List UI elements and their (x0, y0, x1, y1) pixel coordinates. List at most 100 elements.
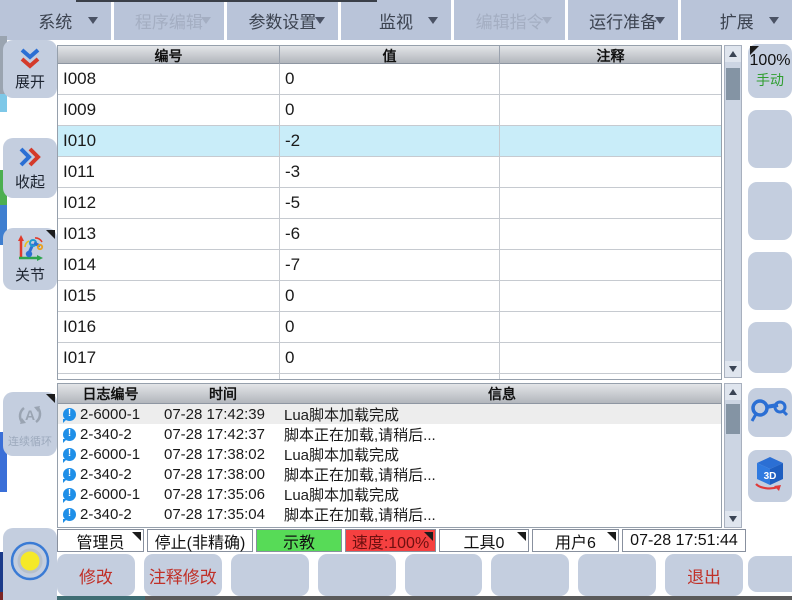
menu-item[interactable]: 参数设置 (227, 0, 338, 40)
jog-speed-button[interactable]: 100% 手动 (748, 44, 792, 98)
cube-3d-icon: 3D (750, 454, 790, 499)
collapse-button[interactable]: 收起 (3, 138, 57, 198)
table-row[interactable]: I009 0 (58, 95, 721, 126)
chevron-down-icon (315, 17, 325, 24)
cell-value: -3 (280, 157, 500, 187)
log-row[interactable]: 2-340-2 07-28 17:35:04 脚本正在加载,请稍后... (58, 504, 721, 524)
scrollbar-thumb[interactable] (726, 68, 740, 100)
edge-fragment (0, 94, 7, 112)
cell-value: -2 (280, 126, 500, 156)
log-row[interactable]: 2-6000-1 07-28 17:33:52 Lua脚本加载完成 (58, 524, 721, 528)
scroll-up-arrow[interactable] (725, 384, 741, 400)
cell-log-message: 脚本正在加载,请稍后... (284, 504, 721, 525)
expand-button[interactable]: 展开 (3, 40, 57, 98)
scroll-down-arrow[interactable] (725, 361, 741, 377)
function-key-bar: 修改 注释修改 退出 (57, 554, 743, 596)
table-row[interactable]: I014 -7 (58, 250, 721, 281)
side-panel-button-1[interactable] (748, 110, 792, 168)
loop-a-icon: A (14, 400, 46, 435)
cell-value: 0 (280, 95, 500, 125)
status-badge[interactable]: 工具0 (439, 529, 529, 552)
status-badge[interactable]: 用户6 (532, 529, 619, 552)
table-row[interactable]: I017 0 (58, 343, 721, 374)
status-bar: 管理员 停止(非精确) 示教 速度:100% 工具0 用户6 07-28 17:… (57, 529, 746, 552)
side-panel-button-2[interactable] (748, 182, 792, 240)
robot-arm-button[interactable] (748, 388, 792, 437)
scroll-down-arrow[interactable] (725, 511, 741, 527)
table-row[interactable]: I013 -6 (58, 219, 721, 250)
col-header-value: 值 (280, 46, 500, 66)
table-row[interactable]: I010 -2 (58, 126, 721, 157)
table-row[interactable]: I008 0 (58, 64, 721, 95)
jog-speed-value: 100% (750, 52, 791, 70)
status-badge[interactable]: 示教 (256, 529, 342, 552)
log-row[interactable]: 2-6000-1 07-28 17:35:06 Lua脚本加载完成 (58, 484, 721, 504)
io-table-body: I008 0 I009 0 I010 -2 I011 -3 I012 (58, 64, 721, 380)
function-key-button[interactable]: 注释修改 (144, 554, 222, 596)
cell-comment (500, 219, 721, 249)
chevron-down-icon (201, 17, 211, 24)
cell-log-time: 07-28 17:35:06 (164, 486, 284, 503)
status-badge[interactable]: 管理员 (57, 529, 144, 552)
table-row[interactable]: I012 -5 (58, 188, 721, 219)
menu-item[interactable]: 编辑指令 (454, 0, 565, 40)
status-badge[interactable]: 速度:100% (345, 529, 436, 552)
log-row[interactable]: 2-6000-1 07-28 17:38:02 Lua脚本加载完成 (58, 444, 721, 464)
enable-button[interactable] (3, 528, 57, 598)
function-key-button[interactable] (318, 554, 396, 596)
side-panel-button-3[interactable] (748, 252, 792, 310)
menu-item[interactable]: 程序编辑 (114, 0, 225, 40)
info-icon (63, 528, 76, 529)
cell-comment (500, 343, 721, 373)
table-row[interactable]: I011 -3 (58, 157, 721, 188)
table-row[interactable]: I018 0 (58, 374, 721, 380)
cell-log-time: 07-28 17:35:04 (164, 506, 284, 523)
function-key-button[interactable] (491, 554, 569, 596)
function-key-button[interactable] (231, 554, 309, 596)
cell-comment (500, 126, 721, 156)
cell-comment (500, 312, 721, 342)
cell-value: 0 (280, 281, 500, 311)
status-badge[interactable]: 停止(非精确) (147, 529, 253, 552)
chevron-down-icon (428, 17, 438, 24)
menu-item[interactable]: 系统 (0, 0, 111, 40)
chevron-down-icon (655, 17, 665, 24)
chevron-down-icon (769, 17, 779, 24)
table-row[interactable]: I015 0 (58, 281, 721, 312)
io-table-scrollbar[interactable] (724, 45, 742, 378)
cell-id: I016 (58, 312, 280, 342)
function-key-button-partial[interactable] (748, 556, 792, 592)
status-badge[interactable]: 07-28 17:51:44 (622, 529, 746, 552)
expand-icon (16, 47, 44, 74)
cell-value: 0 (280, 374, 500, 380)
log-row[interactable]: 2-6000-1 07-28 17:42:39 Lua脚本加载完成 (58, 404, 721, 424)
svg-text:3D: 3D (764, 471, 777, 482)
status-badge-label: 管理员 (76, 529, 124, 553)
log-row[interactable]: 2-340-2 07-28 17:42:37 脚本正在加载,请稍后... (58, 424, 721, 444)
menu-item[interactable]: 监视 (341, 0, 452, 40)
function-key-button[interactable] (405, 554, 483, 596)
cell-comment (500, 281, 721, 311)
view-3d-button[interactable]: 3D (748, 450, 792, 502)
function-key-button[interactable] (578, 554, 656, 596)
side-panel-button-4[interactable] (748, 322, 792, 373)
menu-item-label: 系统 (38, 8, 72, 33)
robot-arm-icon (750, 394, 790, 431)
chevron-down-icon (88, 17, 98, 24)
function-key-button[interactable]: 退出 (665, 554, 743, 596)
function-key-button[interactable]: 修改 (57, 554, 135, 596)
menu-item[interactable]: 运行准备 (568, 0, 679, 40)
scroll-up-arrow[interactable] (725, 46, 741, 62)
cell-comment (500, 374, 721, 380)
joint-coord-button[interactable]: 关节 (3, 228, 57, 290)
table-row[interactable]: I016 0 (58, 312, 721, 343)
log-scrollbar[interactable] (724, 383, 742, 528)
log-row[interactable]: 2-340-2 07-28 17:38:00 脚本正在加载,请稍后... (58, 464, 721, 484)
menu-item-label: 编辑指令 (476, 8, 544, 33)
status-badge-label: 示教 (283, 529, 315, 553)
menu-item[interactable]: 扩展 (681, 0, 792, 40)
expand-label: 展开 (15, 75, 45, 92)
cell-log-time: 07-28 17:38:02 (164, 446, 284, 463)
scrollbar-thumb[interactable] (726, 404, 740, 434)
function-key-label: 注释修改 (149, 563, 217, 588)
